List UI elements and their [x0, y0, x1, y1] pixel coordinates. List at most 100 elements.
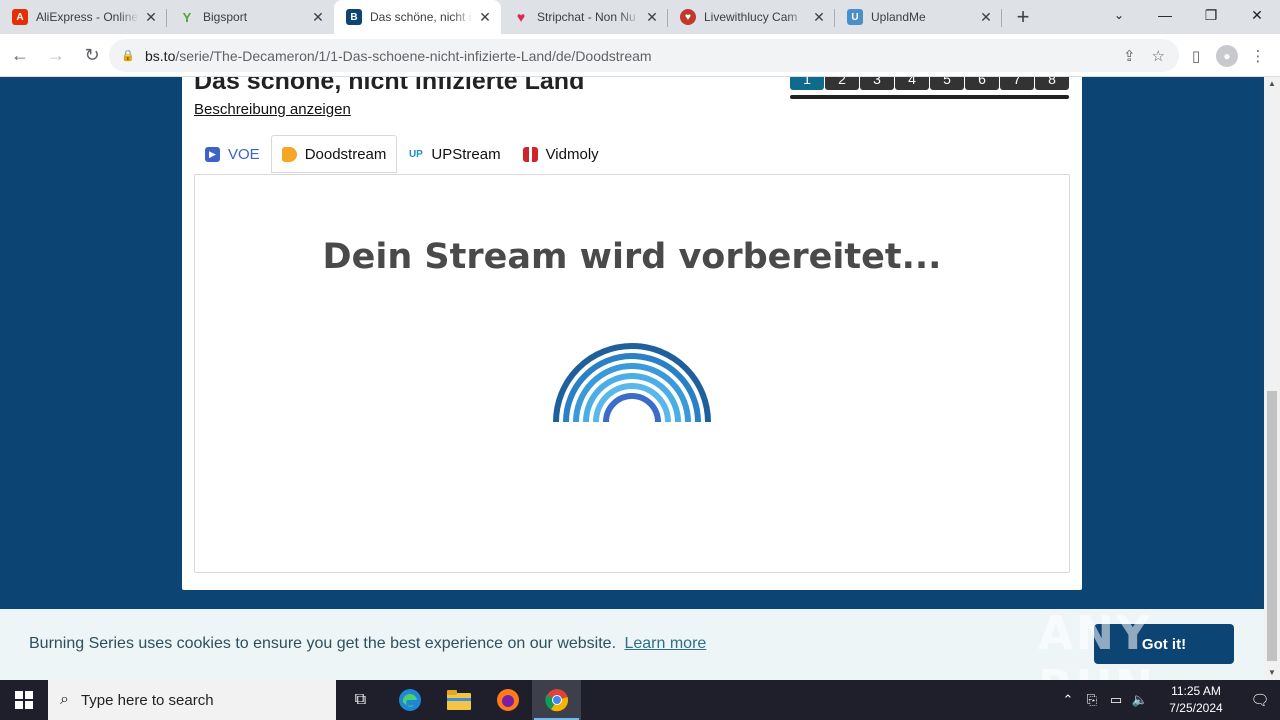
- windows-taskbar: ⌕ Type here to search ⧉ ⌃ ⎘ ▭ 🔈 11:25 AM…: [0, 680, 1280, 720]
- url-path: /serie/The-Decameron/1/1-Das-schoene-nic…: [175, 47, 652, 64]
- cookie-text: Burning Series uses cookies to ensure yo…: [29, 635, 617, 652]
- close-icon[interactable]: ✕: [978, 9, 994, 25]
- heart-icon: ♥: [516, 9, 526, 25]
- new-tab-icon[interactable]: +: [1006, 0, 1040, 34]
- bookmark-star-icon[interactable]: ☆: [1152, 47, 1165, 65]
- reload-icon[interactable]: ↻: [76, 39, 108, 71]
- browser-toolbar: ← → ↻ 🔒 bs.to/serie/The-Decameron/1/1-Da…: [0, 34, 1280, 77]
- hoster-tab-vidmoly[interactable]: Vidmoly: [512, 135, 610, 173]
- close-icon[interactable]: ✕: [644, 9, 660, 25]
- pager-underline: [790, 95, 1069, 99]
- browser-tab-bigsport[interactable]: Y Bigsport ✕: [167, 0, 334, 34]
- voe-icon: ▶: [205, 146, 220, 162]
- window-close-icon[interactable]: ✕: [1234, 0, 1280, 30]
- hoster-label: Vidmoly: [545, 145, 599, 163]
- page-button[interactable]: 1: [790, 77, 824, 90]
- page-button[interactable]: 5: [930, 77, 964, 90]
- tab-title: Das schöne, nicht i: [370, 10, 472, 24]
- cookie-banner: Burning Series uses cookies to ensure yo…: [0, 609, 1264, 680]
- side-panel-icon[interactable]: ▯: [1182, 42, 1210, 70]
- system-tray: ⌃ ⎘ ▭ 🔈 11:25 AM 7/25/2024 🗨: [1056, 680, 1280, 720]
- tab-search-chevron-icon[interactable]: ⌄: [1096, 0, 1142, 30]
- hoster-label: VOE: [228, 145, 260, 163]
- notification-icon[interactable]: 🗨: [1240, 680, 1280, 720]
- tab-title: Bigsport: [203, 10, 248, 24]
- address-bar[interactable]: 🔒 bs.to/serie/The-Decameron/1/1-Das-scho…: [109, 39, 1179, 72]
- stream-loading-message: Dein Stream wird vorbereitet...: [322, 237, 942, 277]
- minimize-icon[interactable]: —: [1142, 0, 1188, 30]
- tab-title: AliExpress - Online: [36, 10, 139, 24]
- tab-strip: A AliExpress - Online ✕ Y Bigsport ✕ B D…: [0, 0, 1280, 34]
- share-icon[interactable]: ⇪: [1123, 47, 1136, 65]
- url-host: bs.to: [145, 47, 176, 64]
- page-button[interactable]: 4: [895, 77, 929, 90]
- back-icon[interactable]: ←: [4, 39, 36, 71]
- windows-start-icon[interactable]: [0, 680, 48, 720]
- close-icon[interactable]: ✕: [811, 9, 827, 25]
- page-button[interactable]: 3: [860, 77, 894, 90]
- tab-title: Livewithlucy Cam: [704, 10, 798, 24]
- tab-title: UplandMe: [871, 10, 926, 24]
- browser-tab-uplandme[interactable]: U UplandMe ✕: [835, 0, 1002, 34]
- page-button[interactable]: 7: [1000, 77, 1034, 90]
- file-explorer-icon[interactable]: [434, 680, 483, 720]
- tray-chevron-icon[interactable]: ⌃: [1056, 692, 1080, 708]
- lock-icon[interactable]: 🔒: [121, 49, 135, 62]
- aliexpress-icon: A: [12, 9, 28, 25]
- episode-pager: 1 2 3 4 5 6 7 8: [790, 77, 1069, 101]
- doodstream-icon: [281, 146, 297, 162]
- profile-avatar-icon[interactable]: ●: [1216, 44, 1238, 67]
- task-view-icon[interactable]: ⧉: [336, 680, 385, 720]
- close-icon[interactable]: ✕: [477, 9, 493, 25]
- browser-tab-aliexpress[interactable]: A AliExpress - Online ✕: [0, 0, 167, 34]
- taskbar-search-box[interactable]: ⌕ Type here to search: [48, 680, 336, 720]
- hoster-tabs: ▶ VOE Doodstream UP UPStream Vidmoly: [194, 135, 610, 173]
- hoster-tab-voe[interactable]: ▶ VOE: [194, 135, 271, 173]
- forward-icon[interactable]: →: [40, 39, 72, 71]
- edge-icon[interactable]: [385, 680, 434, 720]
- hoster-label: UPStream: [431, 145, 501, 163]
- close-icon[interactable]: ✕: [143, 9, 159, 25]
- page-viewport: Das schöne, nicht infizierte Land Beschr…: [0, 77, 1264, 680]
- upstream-icon: UP: [408, 148, 423, 160]
- browser-tab-bs[interactable]: B Das schöne, nicht i ✕: [334, 0, 501, 34]
- scrollbar-thumb[interactable]: [1267, 391, 1277, 661]
- clock-date: 7/25/2024: [1169, 701, 1223, 715]
- restore-icon[interactable]: ❐: [1188, 0, 1234, 30]
- page-button[interactable]: 6: [965, 77, 999, 90]
- device-icon[interactable]: ⎘: [1080, 692, 1104, 708]
- firefox-icon[interactable]: [483, 680, 532, 720]
- window-controls: — ❐ ✕: [1142, 0, 1280, 34]
- video-player[interactable]: Dein Stream wird vorbereitet...: [194, 174, 1070, 573]
- upland-icon: U: [847, 9, 863, 25]
- bs-icon: B: [346, 9, 362, 25]
- taskbar-clock[interactable]: 11:25 AM 7/25/2024: [1160, 683, 1232, 717]
- chat-icon: ♥: [680, 9, 696, 25]
- browser-tab-stripchat[interactable]: ♥ Stripchat - Non Nu ✕: [501, 0, 668, 34]
- cookie-accept-button[interactable]: Got it!: [1094, 624, 1234, 664]
- episode-card: Das schöne, nicht infizierte Land Beschr…: [182, 77, 1082, 590]
- cookie-learn-more-link[interactable]: Learn more: [624, 635, 706, 652]
- episode-title: Das schöne, nicht infizierte Land: [194, 77, 585, 95]
- vidmoly-icon: [522, 146, 538, 162]
- hoster-tab-doodstream[interactable]: Doodstream: [270, 135, 398, 173]
- close-icon[interactable]: ✕: [310, 9, 326, 25]
- hoster-tab-upstream[interactable]: UP UPStream: [397, 135, 511, 173]
- show-description-link[interactable]: Beschreibung anzeigen: [194, 101, 351, 118]
- menu-kebab-icon[interactable]: ⋮: [1244, 42, 1272, 70]
- page-button[interactable]: 8: [1035, 77, 1069, 90]
- browser-tab-livewithlucy[interactable]: ♥ Livewithlucy Cam ✕: [668, 0, 835, 34]
- page-scrollbar[interactable]: ▲ ▼: [1264, 77, 1280, 680]
- tab-title: Stripchat - Non Nu: [537, 10, 636, 24]
- chrome-icon[interactable]: [532, 680, 581, 720]
- scroll-down-icon[interactable]: ▼: [1264, 666, 1280, 680]
- hoster-label: Doodstream: [304, 145, 387, 163]
- network-icon[interactable]: ▭: [1104, 692, 1128, 708]
- scroll-up-icon[interactable]: ▲: [1264, 77, 1280, 91]
- page-button[interactable]: 2: [825, 77, 859, 90]
- bigsport-icon: Y: [182, 9, 192, 25]
- taskbar-search-placeholder: Type here to search: [80, 691, 214, 709]
- clock-time: 11:25 AM: [1171, 684, 1221, 698]
- volume-icon[interactable]: 🔈: [1128, 692, 1152, 708]
- loading-rainbow-icon: [553, 343, 711, 422]
